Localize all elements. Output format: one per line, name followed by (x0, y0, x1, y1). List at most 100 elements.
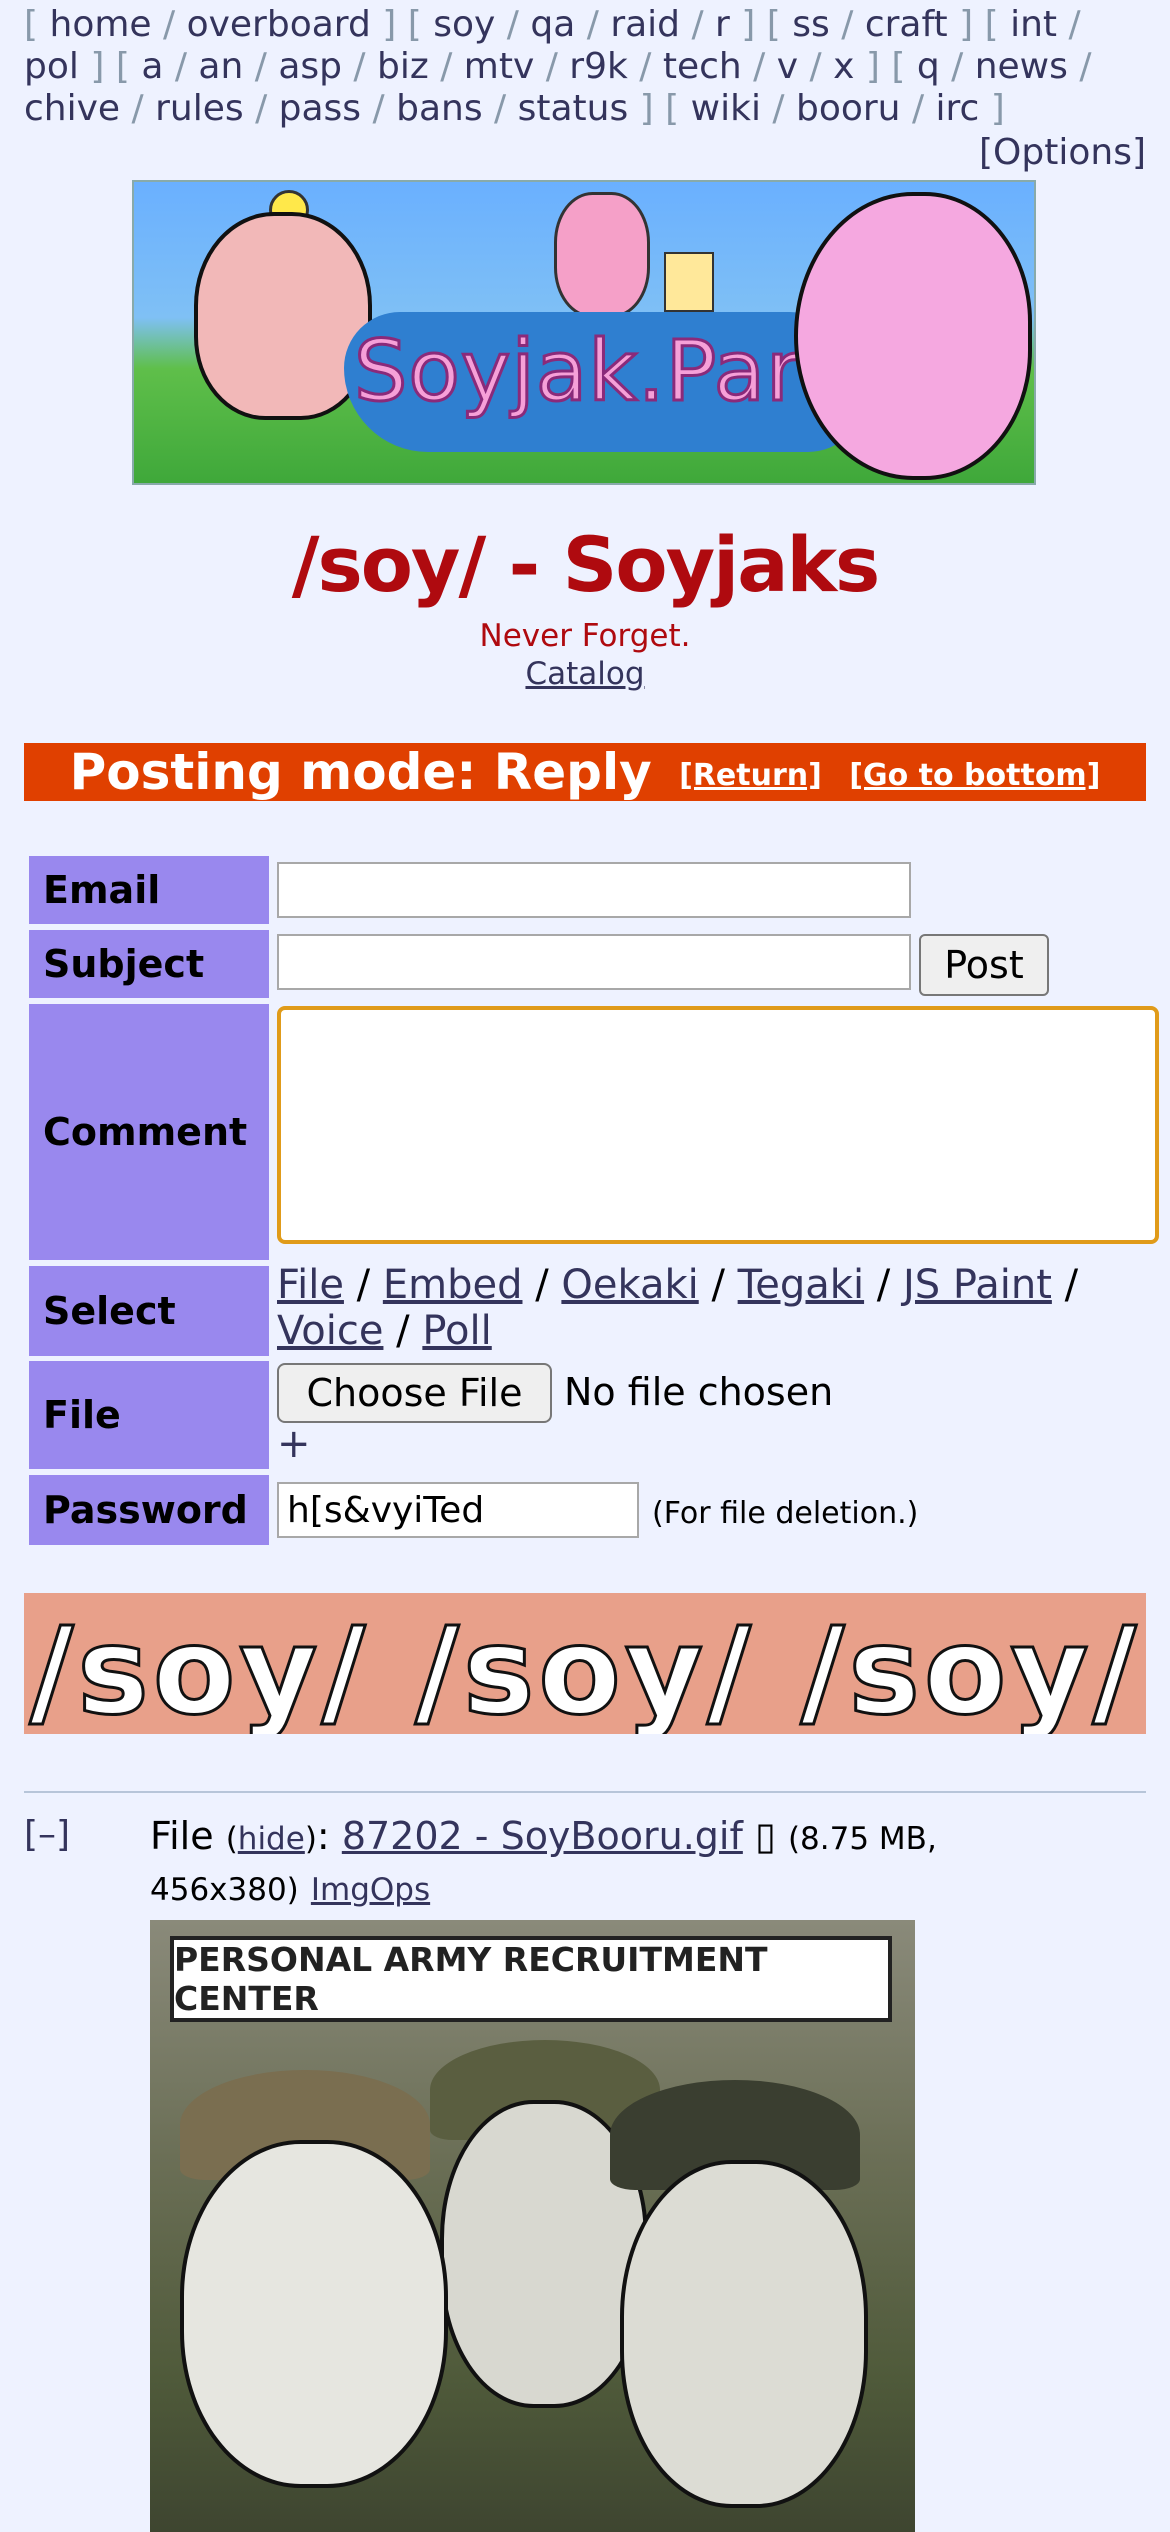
email-field[interactable] (277, 862, 911, 918)
board-link-bans[interactable]: bans (396, 88, 482, 129)
board-link-an[interactable]: an (198, 46, 243, 87)
board-link-q[interactable]: q (917, 46, 940, 87)
separator: / (1057, 4, 1081, 45)
subject-label: Subject (29, 930, 269, 998)
separator: / (575, 4, 611, 45)
board-link-biz[interactable]: biz (377, 46, 429, 87)
go-to-bottom-link[interactable]: [Go to bottom] (849, 758, 1100, 793)
soyjak-face-left (194, 212, 372, 420)
separator: / (1051, 1262, 1079, 1308)
bracket: ] (947, 4, 985, 45)
house-graphic (664, 252, 714, 312)
hide-file-link[interactable]: hide (238, 1821, 305, 1857)
file-name-link[interactable]: 87202 - SoyBooru.gif (342, 1814, 743, 1858)
board-link-soy[interactable]: soy (433, 4, 495, 45)
board-link-v[interactable]: v (777, 46, 798, 87)
board-link-qa[interactable]: qa (530, 4, 575, 45)
board-link-pol[interactable]: pol (24, 46, 79, 87)
board-link-chive[interactable]: chive (24, 88, 120, 129)
post-button[interactable]: Post (919, 934, 1049, 996)
select-embed-link[interactable]: Embed (383, 1262, 523, 1308)
separator: / (1067, 46, 1092, 87)
board-link-news[interactable]: news (975, 46, 1068, 87)
board-link-booru[interactable]: booru (796, 88, 901, 129)
select-tegaki-link[interactable]: Tegaki (738, 1262, 864, 1308)
select-poll-link[interactable]: Poll (422, 1308, 491, 1354)
board-link-wiki[interactable]: wiki (691, 88, 761, 129)
posting-mode-bar: Posting mode: Reply [Return] [Go to bott… (24, 743, 1146, 801)
return-link[interactable]: [Return] (679, 758, 822, 793)
separator: / (343, 1262, 383, 1308)
bracket: ] (78, 46, 116, 87)
no-file-status: No file chosen (564, 1370, 834, 1414)
select-voice-link[interactable]: Voice (277, 1308, 383, 1354)
board-link-r9k[interactable]: r9k (569, 46, 628, 87)
catalog-link[interactable]: Catalog (525, 656, 644, 692)
separator: / (482, 88, 518, 129)
password-note: (For file deletion.) (652, 1496, 919, 1531)
select-file-link[interactable]: File (277, 1262, 344, 1308)
board-subtitle: Never Forget. (479, 618, 691, 654)
subject-field[interactable] (277, 934, 911, 990)
choose-file-button[interactable]: Choose File (277, 1363, 552, 1423)
board-link-a[interactable]: a (141, 46, 163, 87)
bracket: ] (854, 46, 892, 87)
bracket: [ (665, 88, 691, 129)
board-link-overboard[interactable]: overboard (187, 4, 371, 45)
soyjak-face-right (794, 192, 1032, 480)
separator: / (798, 46, 834, 87)
bracket: [ (766, 4, 793, 45)
board-link-asp[interactable]: asp (278, 46, 342, 87)
soldier-face (180, 2140, 448, 2488)
separator: / (383, 1308, 423, 1354)
board-link-tech[interactable]: tech (663, 46, 742, 87)
select-js-paint-link[interactable]: JS Paint (903, 1262, 1052, 1308)
paren-open: ( (225, 1821, 238, 1857)
imgops-link[interactable]: ImgOps (311, 1872, 430, 1908)
board-list-nav: [ home / overboard ] [ soy / qa / raid /… (24, 4, 1146, 130)
post-image[interactable]: PERSONAL ARMY RECRUITMENT CENTER (150, 1920, 915, 2532)
bracket: [ (891, 46, 917, 87)
bracket: [ (24, 4, 50, 45)
email-label: Email (29, 856, 269, 924)
board-link-raid[interactable]: raid (610, 4, 680, 45)
bracket: ] (729, 4, 767, 45)
board-link-x[interactable]: x (833, 46, 854, 87)
select-oekaki-link[interactable]: Oekaki (561, 1262, 698, 1308)
board-link-irc[interactable]: irc (936, 88, 980, 129)
divider (24, 1791, 1146, 1793)
separator: / (243, 46, 279, 87)
file-prefix: File (150, 1814, 214, 1858)
separator: / (680, 4, 716, 45)
separator: / (698, 1262, 738, 1308)
separator: / (361, 88, 397, 129)
password-field[interactable]: h[s&vyiTed (277, 1482, 639, 1538)
board-link-craft[interactable]: craft (865, 4, 948, 45)
separator: / (151, 4, 187, 45)
select-options: File / Embed / Oekaki / Tegaki / JS Pain… (277, 1262, 1157, 1354)
board-link-status[interactable]: status (518, 88, 629, 129)
board-link-home[interactable]: home (50, 4, 152, 45)
comment-textarea[interactable] (277, 1006, 1159, 1244)
separator: / (163, 46, 199, 87)
site-banner-image[interactable]: Soyjak.Party (132, 180, 1036, 485)
separator: / (741, 46, 777, 87)
board-link-rules[interactable]: rules (155, 88, 244, 129)
soldier-face (620, 2160, 868, 2508)
board-link-r[interactable]: r (715, 4, 730, 45)
separator: / (341, 46, 377, 87)
board-link-mtv[interactable]: mtv (464, 46, 535, 87)
download-icon[interactable]: ▯ (755, 1814, 776, 1858)
options-link[interactable]: [Options] (979, 132, 1146, 173)
collapse-thread-button[interactable]: [–] (24, 1814, 70, 1855)
board-link-int[interactable]: int (1010, 4, 1057, 45)
board-link-pass[interactable]: pass (279, 88, 361, 129)
board-title: /soy/ - Soyjaks (291, 520, 881, 609)
catalog-link-wrap: Catalog (0, 656, 1170, 692)
bracket: ] (628, 88, 666, 129)
separator: / (522, 1262, 562, 1308)
board-link-ss[interactable]: ss (792, 4, 830, 45)
add-file-link[interactable]: + (277, 1421, 311, 1467)
separator: / (495, 4, 531, 45)
separator: / (534, 46, 570, 87)
